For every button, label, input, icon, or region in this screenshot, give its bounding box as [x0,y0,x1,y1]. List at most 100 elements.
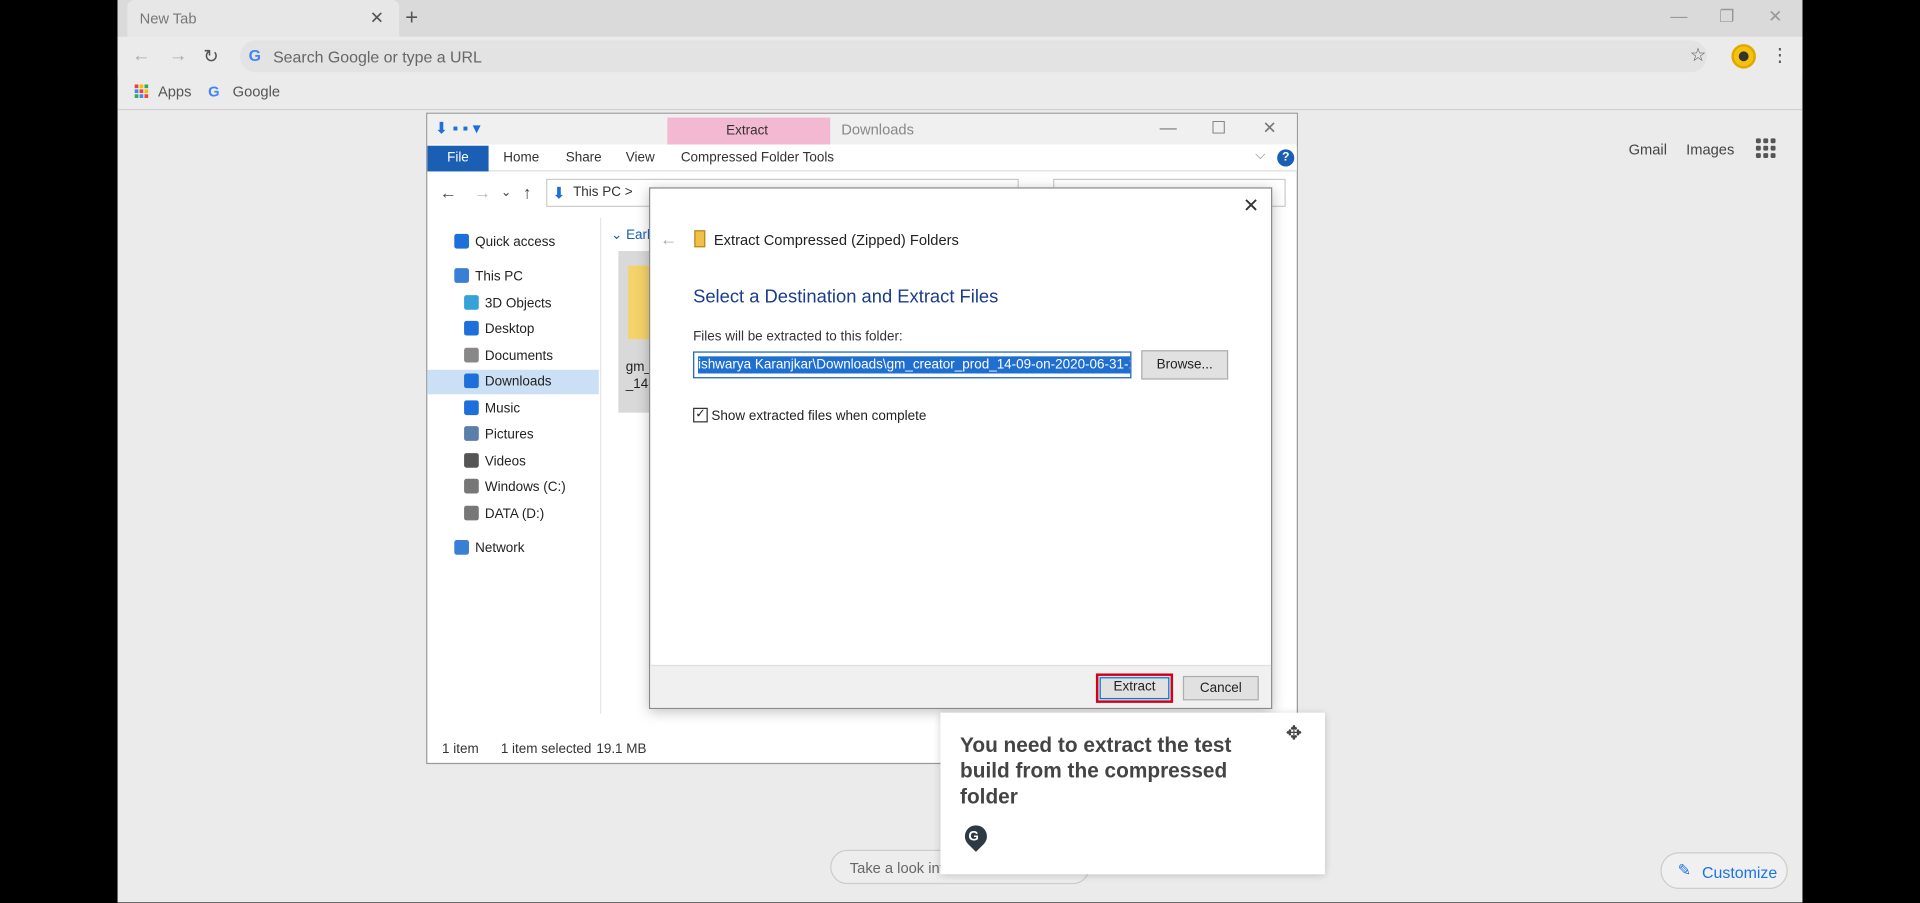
google-bookmark-icon: G [208,83,220,101]
bookmark-apps[interactable]: Apps [158,83,192,100]
ribbon: File Home Share View Compressed Folder T… [427,145,1297,172]
nav-item-3d-objects[interactable]: 3D Objects [427,291,598,315]
nav-item-label: Documents [484,348,554,364]
nav-item-documents[interactable]: Documents [427,344,598,368]
status-size: 19.1 MB [596,742,647,757]
group-header[interactable]: ⌄ Earl [611,227,650,243]
explorer-close-icon[interactable]: ✕ [1262,118,1276,139]
help-icon[interactable]: ? [1277,149,1295,167]
extract-dialog: ✕ ← Extract Compressed (Zipped) Folders … [648,187,1273,709]
pencil-icon: ✎ [1677,860,1691,880]
bookmark-star-icon[interactable]: ☆ [1690,44,1706,66]
tab-close-icon[interactable]: ✕ [370,7,384,28]
explorer-minimize-icon[interactable]: — [1160,118,1177,138]
tab-strip: New Tab ✕ + — ❐ ✕ [117,0,1803,37]
dialog-close-icon[interactable]: ✕ [1243,193,1259,217]
ribbon-tab-home[interactable]: Home [503,151,539,166]
nav-item-label: This PC [475,269,524,285]
download-icon: ⬇ [552,183,566,203]
ribbon-tab-view[interactable]: View [626,151,655,166]
explorer-maximize-icon[interactable]: ☐ [1211,118,1226,139]
file-item[interactable]: gm_ _14- [618,251,653,413]
file-content-area: ⌄ Earl gm_ _14- [601,218,653,414]
restore-icon[interactable]: ❐ [1719,6,1734,27]
document-icon [464,347,479,363]
up-icon[interactable]: ↑ [523,182,532,202]
cube-icon [464,295,479,310]
images-link[interactable]: Images [1686,141,1734,158]
extract-button[interactable]: Extract [1095,673,1174,703]
nav-item-label: Desktop [484,322,535,337]
google-g-icon: G [248,46,261,65]
nav-item-videos[interactable]: Videos [427,449,598,473]
nav-item-data-d[interactable]: DATA (D:) [427,502,598,526]
gmail-link[interactable]: Gmail [1629,141,1667,158]
avatar-glyph [1738,51,1749,62]
destination-path-input[interactable]: ishwarya Karanjkar\Downloads\gm_creator_… [693,351,1132,379]
destination-path-value: ishwarya Karanjkar\Downloads\gm_creator_… [697,356,1131,374]
nav-item-network[interactable]: Network [427,536,598,560]
nav-item-windows-c[interactable]: Windows (C:) [427,475,598,499]
apps-grid-icon[interactable] [134,84,150,99]
nav-item-desktop[interactable]: Desktop [427,317,598,341]
network-icon [454,540,469,555]
nav-item-label: DATA (D:) [484,506,545,522]
show-files-checkbox[interactable]: ✓ [693,407,708,423]
zip-icon [694,230,706,248]
menu-icon[interactable]: ⋮ [1771,44,1789,66]
google-apps-icon[interactable] [1755,138,1776,158]
extract-focus-ring [1099,677,1170,700]
dialog-heading: Select a Destination and Extract Files [693,286,999,308]
back-icon[interactable]: ← [132,45,150,66]
quick-access-toolbar-icon[interactable]: ⬇ ▪ ▪ ▾ [435,119,481,139]
dialog-title: Extract Compressed (Zipped) Folders [713,231,959,249]
browse-button[interactable]: Browse... [1141,350,1229,380]
context-tab-extract[interactable]: Extract [667,117,831,145]
ribbon-tab-file[interactable]: File [427,145,489,172]
desktop-icon [464,320,479,336]
navigation-pane: Quick access This PC 3D Objects Desktop Docu… [427,217,602,714]
reload-icon[interactable]: ↻ [203,45,218,68]
forward-icon[interactable]: → [169,45,187,66]
explorer-back-icon[interactable]: ← [440,182,457,202]
bookmark-google[interactable]: Google [233,83,280,100]
nav-item-label: Network [475,541,525,556]
status-selected: 1 item selected [500,742,592,757]
explorer-forward-icon[interactable]: → [474,182,491,202]
nav-item-downloads[interactable]: Downloads [427,369,599,395]
nav-item-quick-access[interactable]: Quick access [427,230,598,254]
close-icon[interactable]: ✕ [1768,6,1782,27]
ribbon-tab-share[interactable]: Share [566,151,602,166]
browser-tab[interactable]: New Tab ✕ [127,0,400,37]
video-icon [464,453,479,468]
status-item-count: 1 item [442,742,479,757]
move-icon[interactable]: ✥ [1286,721,1302,745]
omnibox[interactable]: G Search Google or type a URL [240,40,1707,73]
destination-label: Files will be extracted to this folder: [693,329,903,345]
star-icon [454,233,469,249]
ribbon-collapse-icon[interactable]: ⌵ [1255,148,1265,164]
drive-icon [464,478,479,494]
new-tab-button[interactable]: + [405,5,418,31]
minimize-icon[interactable]: — [1670,6,1687,26]
nav-item-this-pc[interactable]: This PC [427,264,598,288]
file-name-line1: gm_ [625,360,652,375]
customize-label: Customize [1702,863,1778,882]
tab-title: New Tab [139,9,197,27]
recent-locations-icon[interactable]: ⌄ [501,186,511,199]
explorer-titlebar: ⬇ ▪ ▪ ▾ Extract Downloads — ☐ ✕ [427,113,1297,145]
location-pin-icon: G [960,820,992,852]
music-icon [464,400,479,416]
dialog-back-icon[interactable]: ← [660,229,677,249]
picture-icon [464,426,479,441]
group-header-label: Earl [626,227,651,243]
cancel-button[interactable]: Cancel [1182,675,1259,701]
bookmarks-bar: Apps G Google [117,76,1803,111]
drive-icon [464,505,479,521]
nav-item-music[interactable]: Music [427,397,598,421]
profile-avatar[interactable] [1731,44,1756,69]
ribbon-tab-compressed-tools[interactable]: Compressed Folder Tools [681,151,834,166]
nav-item-pictures[interactable]: Pictures [427,422,598,446]
customize-button[interactable]: ✎ Customize [1660,852,1788,889]
show-files-label[interactable]: Show extracted files when complete [711,409,926,424]
